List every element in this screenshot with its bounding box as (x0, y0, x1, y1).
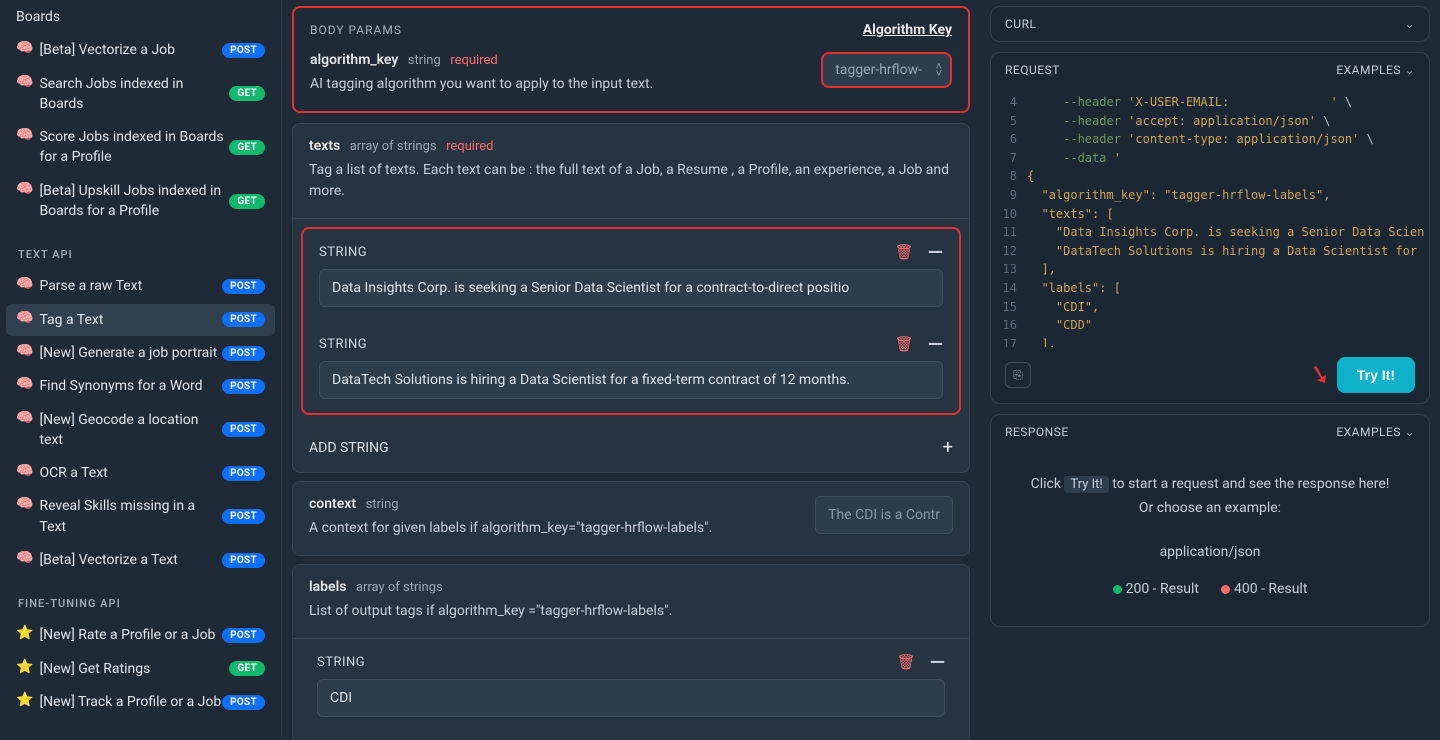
sidebar-item[interactable]: 🧠[New] Geocode a location textPOST (6, 404, 275, 457)
response-title: RESPONSE (1005, 425, 1069, 439)
method-badge: GET (229, 194, 265, 209)
method-badge: POST (222, 553, 265, 568)
sidebar: Boards 🧠[Beta] Vectorize a JobPOST🧠Searc… (0, 0, 282, 740)
method-badge: GET (229, 661, 265, 676)
response-200[interactable]: 200 - Result (1113, 578, 1199, 602)
string-label: STRING (319, 245, 367, 260)
texts-param-card: texts array of strings required Tag a li… (292, 123, 970, 473)
sidebar-item[interactable]: 🧠Parse a raw TextPOST (6, 270, 275, 302)
text-input-1[interactable]: DataTech Solutions is hiring a Data Scie… (319, 361, 943, 399)
algorithm-key-link[interactable]: Algorithm Key (863, 22, 952, 38)
body-params-title: BODY PARAMS (310, 23, 402, 37)
method-badge: POST (222, 466, 265, 481)
response-panel: RESPONSE EXAMPLES ⌄ Click Try It! to sta… (990, 414, 1430, 627)
sidebar-item[interactable]: 🧠[New] Generate a job portraitPOST (6, 337, 275, 369)
request-code: 4 --header 'X-USER-EMAIL: ' \5 --header … (991, 87, 1429, 347)
method-badge: GET (229, 86, 265, 101)
status-dot-red (1221, 585, 1230, 594)
trash-icon[interactable]: 🗑 (897, 653, 916, 671)
labels-param-card: labels array of strings List of output t… (292, 564, 970, 740)
sidebar-item[interactable]: 🧠[Beta] Vectorize a JobPOST (6, 34, 275, 66)
sidebar-item[interactable]: ⭐[New] Track a Profile or a JobPOST (6, 686, 275, 718)
response-400[interactable]: 400 - Result (1221, 578, 1307, 602)
request-panel: REQUEST EXAMPLES ⌄ 4 --header 'X-USER-EM… (990, 52, 1430, 404)
request-title: REQUEST (1005, 63, 1060, 77)
chevron-updown-icon: ˄˅ (936, 63, 942, 77)
context-input[interactable]: The CDI is a Contr (815, 496, 953, 534)
sidebar-item[interactable]: 🧠OCR a TextPOST (6, 457, 275, 489)
trash-icon[interactable]: 🗑 (895, 335, 914, 353)
main-content: BODY PARAMS Algorithm Key algorithm_key … (282, 0, 980, 740)
param-texts: texts (309, 138, 340, 154)
plus-icon: + (943, 437, 953, 458)
collapse-icon[interactable]: — (928, 339, 943, 349)
method-badge: POST (222, 509, 265, 524)
examples-dropdown[interactable]: EXAMPLES ⌄ (1336, 63, 1415, 77)
add-string-button[interactable]: ADD STRING + (293, 423, 969, 472)
param-algorithm-key: algorithm_key (310, 52, 398, 68)
right-panel: CURL ⌄ REQUEST EXAMPLES ⌄ 4 --header 'X-… (980, 0, 1440, 740)
sidebar-item[interactable]: 🧠Find Synonyms for a WordPOST (6, 370, 275, 402)
string-label: STRING (319, 337, 367, 352)
param-context: context (309, 496, 356, 512)
trash-icon[interactable]: 🗑 (895, 243, 914, 261)
status-dot-green (1113, 585, 1122, 594)
method-badge: POST (222, 695, 265, 710)
method-badge: POST (222, 628, 265, 643)
sidebar-item[interactable]: 🧠Search Jobs indexed in BoardsGET (6, 68, 275, 121)
param-labels: labels (309, 579, 346, 595)
sidebar-item[interactable]: 🧠Score Jobs indexed in Boards for a Prof… (6, 121, 275, 174)
body-params-card: BODY PARAMS Algorithm Key algorithm_key … (292, 6, 970, 113)
collapse-icon[interactable]: — (930, 657, 945, 667)
sidebar-item-boards[interactable]: Boards (6, 1, 275, 33)
method-badge: POST (222, 279, 265, 294)
text-input-0[interactable]: Data Insights Corp. is seeking a Senior … (319, 269, 943, 307)
copy-icon[interactable]: ⎘ (1005, 362, 1031, 388)
method-badge: GET (229, 140, 265, 155)
arrow-icon: ➘ (1306, 358, 1335, 393)
label-input-0[interactable]: CDI (317, 679, 945, 717)
sidebar-item[interactable]: 🧠[Beta] Upskill Jobs indexed in Boards f… (6, 175, 275, 228)
string-label: STRING (317, 655, 365, 670)
curl-panel: CURL ⌄ (990, 6, 1430, 42)
sidebar-item[interactable]: 🧠Tag a TextPOST (6, 304, 275, 336)
chevron-down-icon: ⌄ (1404, 63, 1415, 77)
method-badge: POST (222, 422, 265, 437)
chevron-down-icon: ⌄ (1404, 425, 1415, 439)
section-text-api: TEXT API (6, 228, 275, 269)
sidebar-item[interactable]: 🧠Reveal Skills missing in a TextPOST (6, 490, 275, 543)
content-type-label: application/json (1005, 541, 1415, 565)
method-badge: POST (222, 312, 265, 327)
sidebar-item[interactable]: 🧠[Beta] Vectorize a TextPOST (6, 544, 275, 576)
method-badge: POST (222, 379, 265, 394)
chevron-down-icon: ⌄ (1404, 17, 1415, 31)
sidebar-item[interactable]: ⭐[New] Rate a Profile or a JobPOST (6, 619, 275, 651)
algorithm-key-select[interactable]: tagger-hrflow- ˄˅ (821, 52, 952, 88)
curl-header[interactable]: CURL ⌄ (991, 7, 1429, 41)
method-badge: POST (222, 43, 265, 58)
collapse-icon[interactable]: — (928, 247, 943, 257)
sidebar-item[interactable]: ⭐[New] Get RatingsGET (6, 653, 275, 685)
section-fine-api: FINE-TUNING API (6, 577, 275, 618)
try-it-button[interactable]: Try It! (1337, 357, 1415, 393)
context-param-card: context string A context for given label… (292, 481, 970, 556)
method-badge: POST (222, 346, 265, 361)
examples-dropdown[interactable]: EXAMPLES ⌄ (1336, 425, 1415, 439)
